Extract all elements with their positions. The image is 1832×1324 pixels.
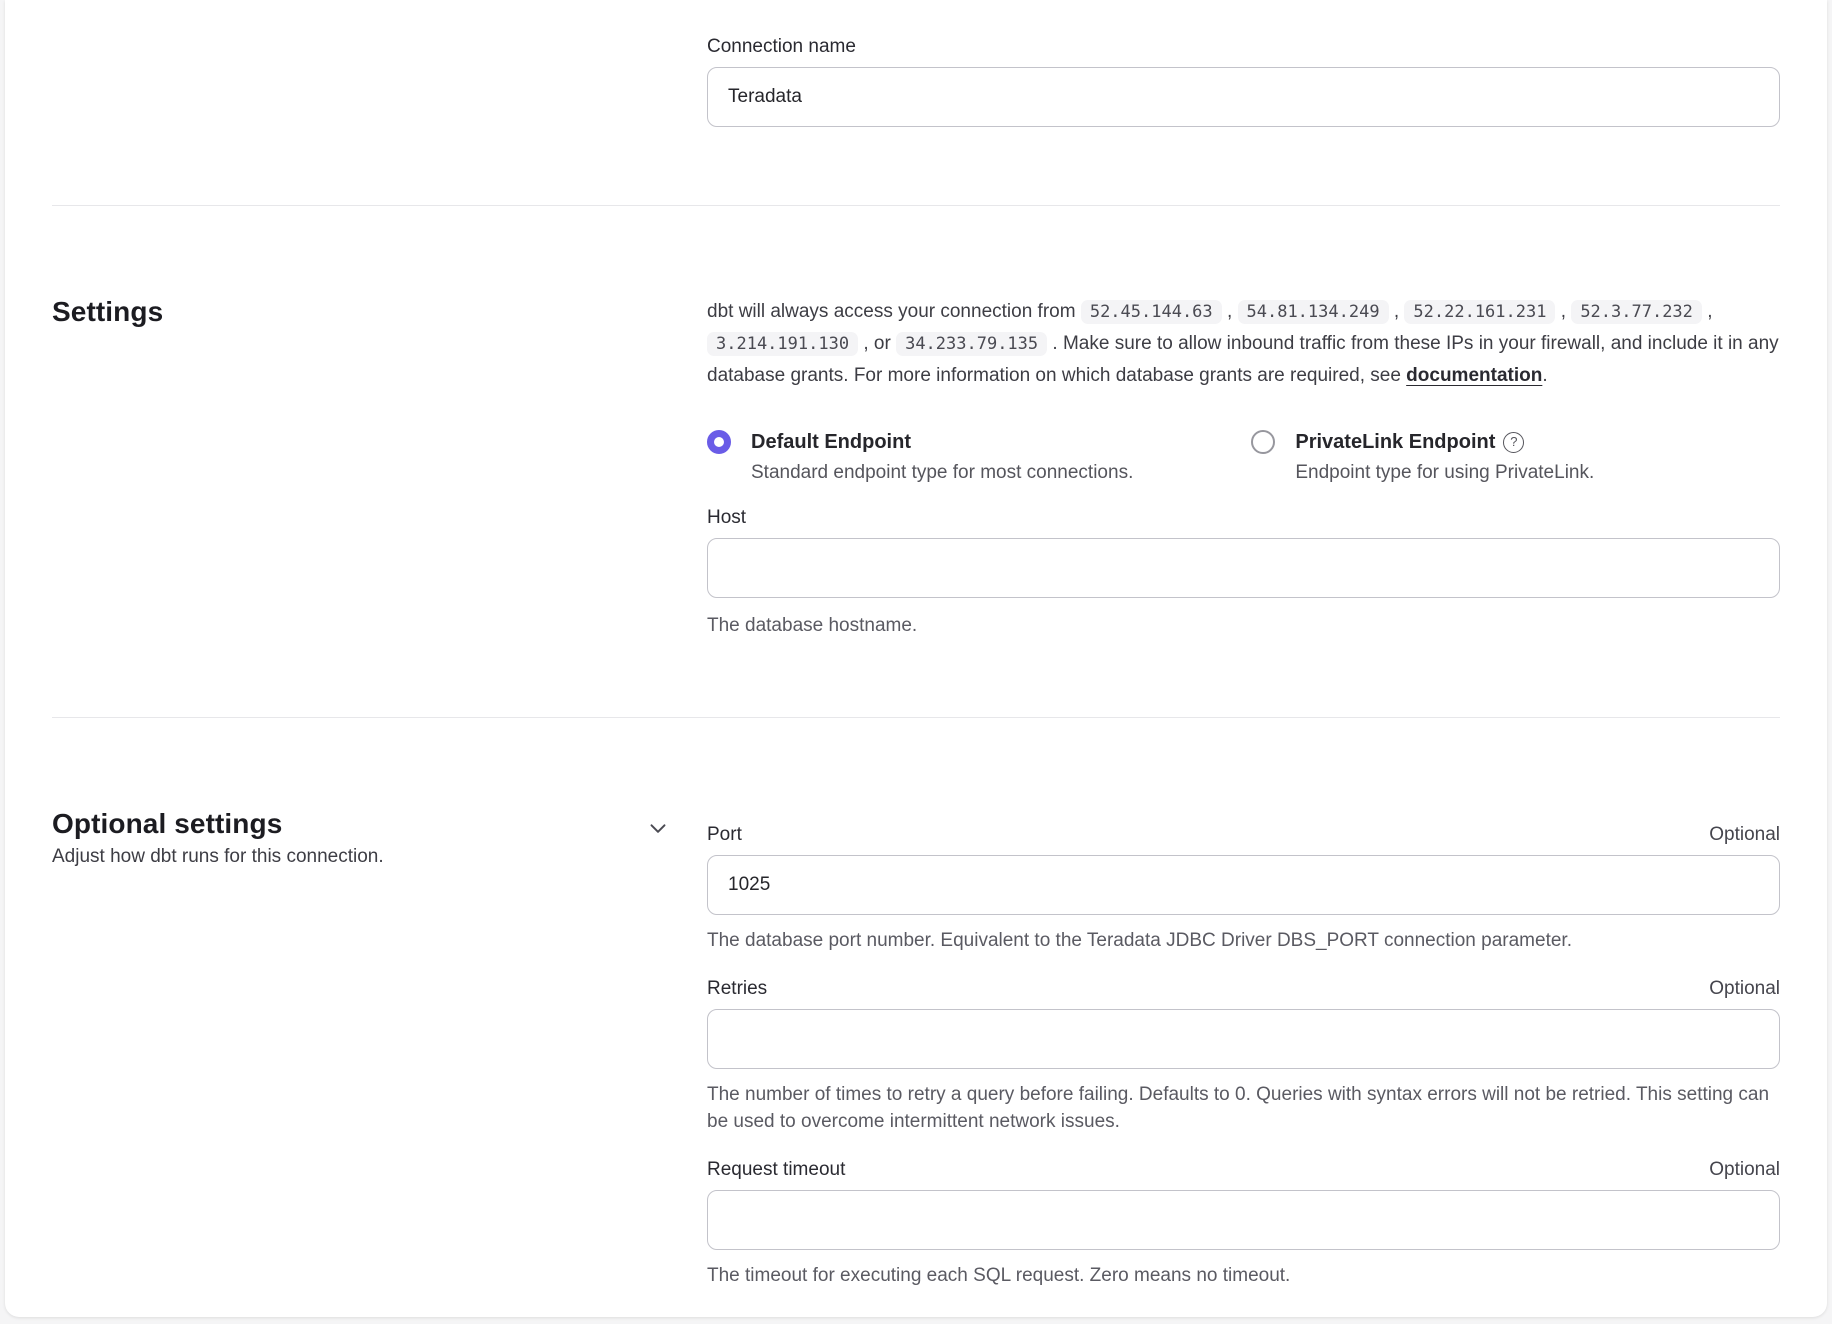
paragraph-text: ,	[1227, 301, 1232, 322]
request-timeout-field: Request timeout Optional The timeout for…	[707, 1159, 1780, 1289]
port-label: Port	[707, 824, 742, 846]
optional-badge: Optional	[1709, 978, 1780, 1000]
connection-name-input[interactable]	[707, 67, 1780, 127]
ip-address-chip: 52.3.77.232	[1571, 300, 1702, 324]
radio-option-privatelink-endpoint[interactable]: PrivateLink Endpoint ? Endpoint type for…	[1251, 429, 1594, 485]
endpoint-radio-group: Default Endpoint Standard endpoint type …	[707, 429, 1780, 485]
paragraph-text: ,	[1561, 301, 1566, 322]
paragraph-text: ,	[1394, 301, 1399, 322]
connection-settings-card: Connection name Settings dbt will always…	[5, 0, 1827, 1317]
ip-address-chip: 52.45.144.63	[1081, 300, 1222, 324]
retries-helper-text: The number of times to retry a query bef…	[707, 1081, 1780, 1135]
optional-settings-heading: Optional settings	[52, 808, 707, 840]
chevron-down-icon[interactable]	[644, 814, 672, 842]
default-endpoint-description: Standard endpoint type for most connecti…	[751, 460, 1133, 485]
request-timeout-input[interactable]	[707, 1190, 1780, 1250]
help-icon[interactable]: ?	[1503, 432, 1524, 453]
ip-allowlist-paragraph: dbt will always access your connection f…	[707, 296, 1780, 391]
documentation-link[interactable]: documentation	[1406, 365, 1542, 386]
default-endpoint-label: Default Endpoint	[751, 429, 1133, 455]
optional-settings-section: Optional settings Adjust how dbt runs fo…	[52, 718, 1780, 1313]
ip-address-chip: 34.233.79.135	[896, 332, 1047, 356]
privatelink-endpoint-label: PrivateLink Endpoint ?	[1295, 429, 1594, 455]
ip-address-chip: 3.214.191.130	[707, 332, 858, 356]
optional-settings-subtitle: Adjust how dbt runs for this connection.	[52, 846, 707, 868]
radio-unselected-icon[interactable]	[1251, 430, 1275, 454]
port-helper-text: The database port number. Equivalent to …	[707, 927, 1780, 954]
settings-heading: Settings	[52, 296, 707, 328]
paragraph-text: .	[1542, 365, 1547, 386]
request-timeout-label: Request timeout	[707, 1159, 845, 1181]
port-field: Port Optional The database port number. …	[707, 824, 1780, 954]
host-field: Host The database hostname.	[707, 507, 1780, 639]
optional-badge: Optional	[1709, 1159, 1780, 1181]
settings-section: Settings dbt will always access your con…	[52, 206, 1780, 639]
request-timeout-helper-text: The timeout for executing each SQL reque…	[707, 1262, 1780, 1289]
radio-option-default-endpoint[interactable]: Default Endpoint Standard endpoint type …	[707, 429, 1133, 485]
connection-name-left-spacer	[52, 36, 707, 127]
privatelink-endpoint-description: Endpoint type for using PrivateLink.	[1295, 460, 1594, 485]
ip-address-chip: 54.81.134.249	[1238, 300, 1389, 324]
host-helper-text: The database hostname.	[707, 612, 1780, 639]
ip-address-chip: 52.22.161.231	[1404, 300, 1555, 324]
paragraph-text: , or	[863, 333, 890, 354]
connection-name-label: Connection name	[707, 36, 1780, 58]
retries-label: Retries	[707, 978, 767, 1000]
port-input[interactable]	[707, 855, 1780, 915]
retries-field: Retries Optional The number of times to …	[707, 978, 1780, 1135]
optional-badge: Optional	[1709, 824, 1780, 846]
radio-selected-icon[interactable]	[707, 430, 731, 454]
connection-name-section: Connection name	[52, 0, 1780, 127]
host-label: Host	[707, 507, 1780, 529]
host-input[interactable]	[707, 538, 1780, 598]
retries-input[interactable]	[707, 1009, 1780, 1069]
paragraph-text: dbt will always access your connection f…	[707, 301, 1076, 322]
paragraph-text: ,	[1707, 301, 1712, 322]
